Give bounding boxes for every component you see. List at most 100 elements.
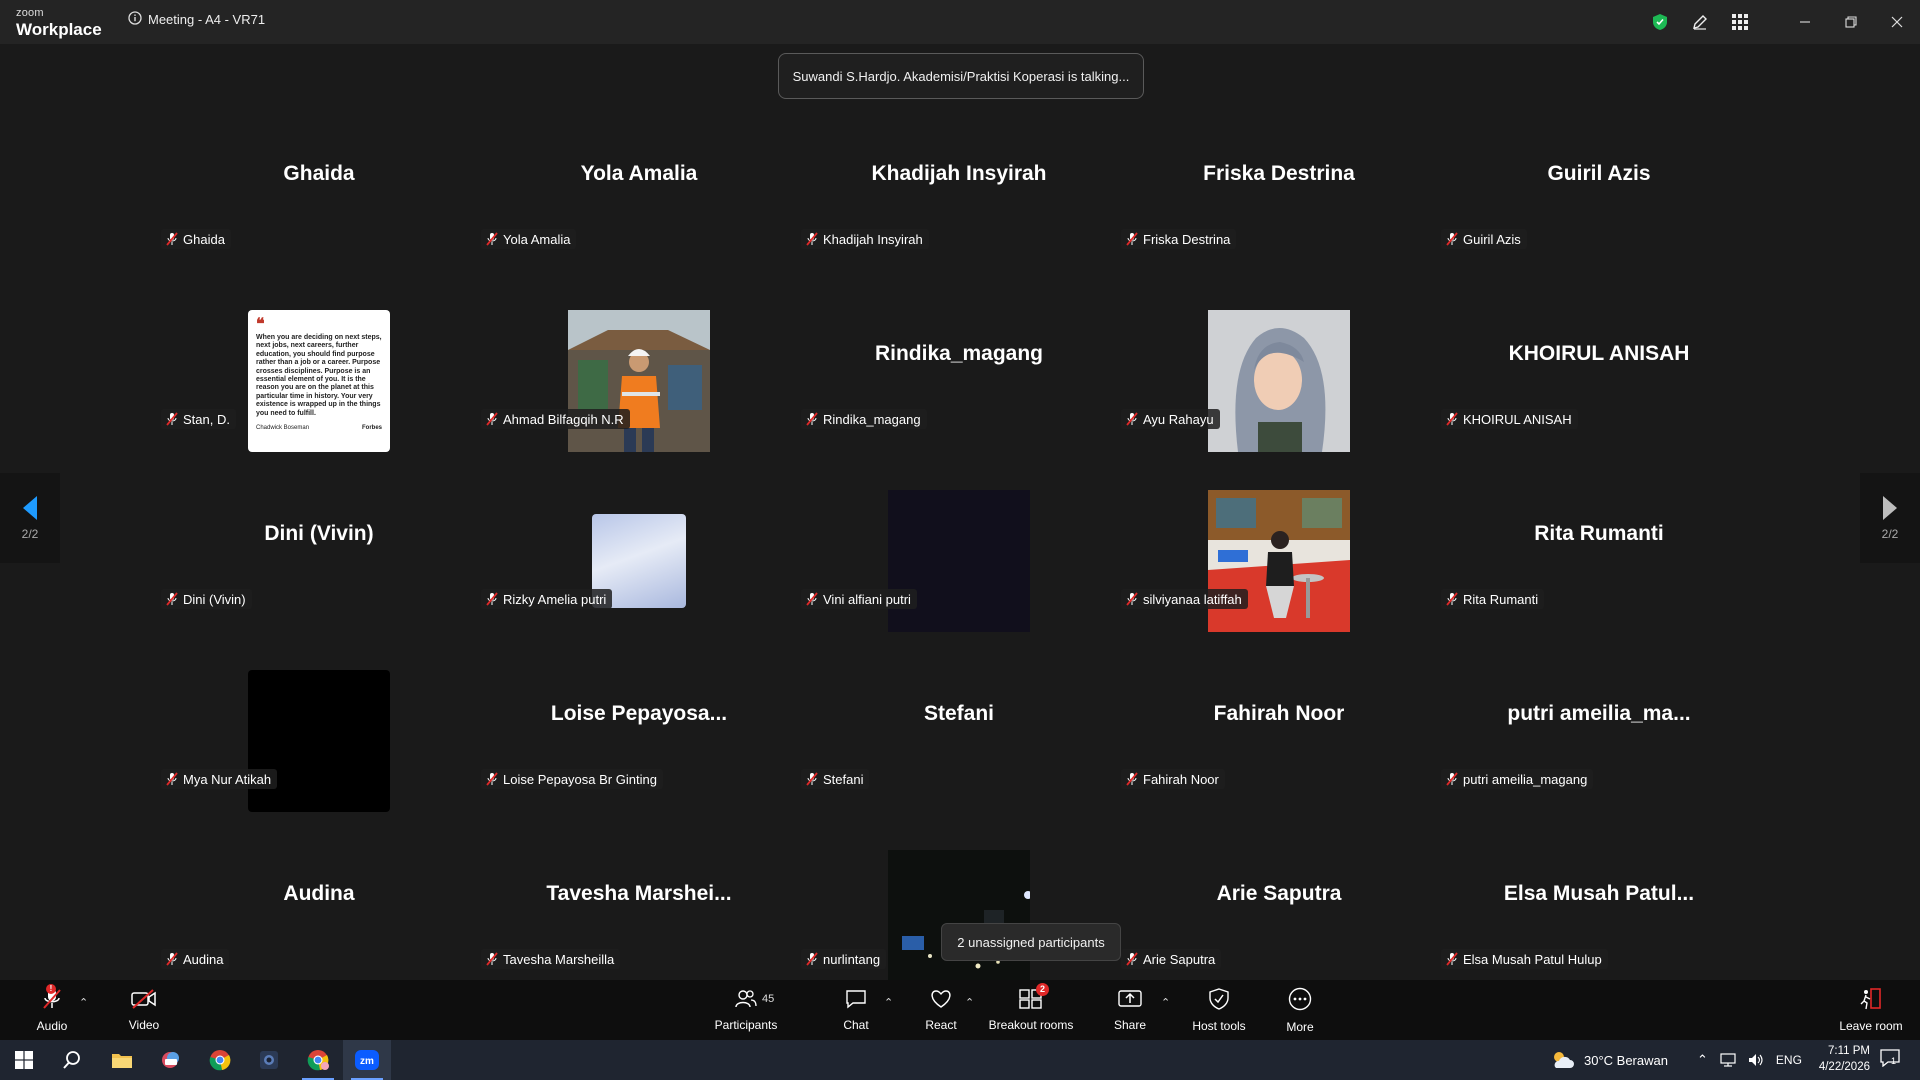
tray-overflow-chevron-icon[interactable]: ⌃ xyxy=(1697,1052,1708,1068)
mic-muted-icon: ! xyxy=(42,983,62,1015)
language-indicator[interactable]: ENG xyxy=(1776,1053,1802,1067)
mic-muted-icon xyxy=(165,772,179,786)
participant-name-label: putri ameilia_magang xyxy=(1441,769,1594,789)
meeting-controls: ! Audio ⌃ Video Participants 45 Chat ⌃ R… xyxy=(0,980,1920,1040)
participant-tile[interactable]: Rita Rumanti Rita Rumanti xyxy=(1439,463,1759,643)
mic-muted-icon xyxy=(1125,232,1139,246)
participant-tile[interactable]: Ahmad Bilfagqih N.R xyxy=(479,283,799,463)
system-tray[interactable]: ⌃ ENG xyxy=(1697,1040,1802,1080)
brand-big: Workplace xyxy=(16,20,102,39)
participant-tile[interactable]: Friska Destrina Friska Destrina xyxy=(1119,103,1439,283)
video-button[interactable]: Video xyxy=(118,980,170,1040)
participant-label-text: Vini alfiani putri xyxy=(823,591,911,607)
audio-button[interactable]: ! Audio xyxy=(26,980,78,1040)
partly-cloudy-icon xyxy=(1554,1052,1574,1068)
meeting-info[interactable]: Meeting - A4 - VR71 xyxy=(128,11,265,28)
participant-photo xyxy=(1208,490,1350,632)
participant-tile[interactable]: silviyanaa latiffah xyxy=(1119,463,1439,643)
participant-tile[interactable]: Tavesha Marshei... Tavesha Marsheilla xyxy=(479,823,799,1003)
participant-tile[interactable]: Dini (Vivin) Dini (Vivin) xyxy=(159,463,479,643)
notification-center-button[interactable]: 1 xyxy=(1866,1040,1914,1080)
more-button[interactable]: More xyxy=(1280,980,1320,1040)
participant-tile[interactable]: Fahirah Noor Fahirah Noor xyxy=(1119,643,1439,823)
participant-tile[interactable]: Ghaida Ghaida xyxy=(159,103,479,283)
host-tools-button[interactable]: Host tools xyxy=(1188,980,1250,1040)
volume-icon xyxy=(1748,1054,1763,1066)
leave-room-button[interactable]: Leave room xyxy=(1836,980,1906,1040)
participant-name-display: Arie Saputra xyxy=(1216,882,1342,905)
annotate-pen-icon[interactable] xyxy=(1680,0,1720,44)
camera-app-icon[interactable] xyxy=(245,1040,293,1080)
participant-name-label: Tavesha Marsheilla xyxy=(481,949,621,969)
participants-label: Participants xyxy=(714,1017,778,1032)
windows-taskbar: zm 30°C Berawan ⌃ ENG 7:11 PM 4/22/2026 … xyxy=(0,1040,1920,1080)
participants-button[interactable]: Participants xyxy=(712,980,780,1040)
participant-tile[interactable]: Guiril Azis Guiril Azis xyxy=(1439,103,1759,283)
participant-tile[interactable]: Arie Saputra Arie Saputra xyxy=(1119,823,1439,1003)
participant-tile[interactable]: Audina Audina xyxy=(159,823,479,1003)
participant-tile[interactable]: Stefani Stefani xyxy=(799,643,1119,823)
participant-name-label: silviyanaa latiffah xyxy=(1121,589,1248,609)
participant-tile[interactable]: Loise Pepayosa... Loise Pepayosa Br Ginti… xyxy=(479,643,799,823)
weather-widget[interactable]: 30°C Berawan xyxy=(1550,1040,1668,1080)
participant-tile[interactable]: nurlintang xyxy=(799,823,1119,1003)
participant-tile[interactable]: ❝ When you are deciding on next steps, ne… xyxy=(159,283,479,463)
apps-grid-icon[interactable] xyxy=(1720,0,1760,44)
react-button[interactable]: React xyxy=(920,980,962,1040)
participant-tile[interactable]: Rizky Amelia putri xyxy=(479,463,799,643)
info-icon[interactable] xyxy=(128,11,142,28)
share-button[interactable]: Share xyxy=(1110,980,1150,1040)
participant-label-text: silviyanaa latiffah xyxy=(1143,591,1242,607)
close-button[interactable] xyxy=(1874,0,1920,44)
more-dots-icon xyxy=(1288,987,1312,1016)
participant-name-display: Rita Rumanti xyxy=(1534,522,1664,545)
participant-photo xyxy=(568,310,710,452)
participant-tile[interactable]: Rindika_magang Rindika_magang xyxy=(799,283,1119,463)
mic-muted-icon xyxy=(485,952,499,966)
clock-time: 7:11 PM xyxy=(1828,1045,1870,1057)
chrome-profile-icon[interactable] xyxy=(294,1040,342,1080)
snipping-tool-icon[interactable] xyxy=(147,1040,195,1080)
active-speaker-banner: Suwandi S.Hardjo. Akademisi/Praktisi Kop… xyxy=(778,53,1144,99)
participant-tile[interactable]: Vini alfiani putri xyxy=(799,463,1119,643)
participant-name-label: Loise Pepayosa Br Ginting xyxy=(481,769,663,789)
participant-tile[interactable]: Mya Nur Atikah xyxy=(159,643,479,823)
chrome-icon[interactable] xyxy=(196,1040,244,1080)
participant-name-display: Rindika_magang xyxy=(874,342,1044,365)
participant-name-label: Arie Saputra xyxy=(1121,949,1222,969)
participant-tile[interactable]: Khadijah Insyirah Khadijah Insyirah xyxy=(799,103,1119,283)
participant-tile[interactable]: Elsa Musah Patul... Elsa Musah Patul Hulu… xyxy=(1439,823,1759,1003)
file-explorer-icon[interactable] xyxy=(98,1040,146,1080)
participant-tile[interactable]: KHOIRUL ANISAH KHOIRUL ANISAH xyxy=(1439,283,1759,463)
breakout-badge: 2 xyxy=(1036,982,1049,996)
participant-label-text: Khadijah Insyirah xyxy=(823,231,923,247)
gallery-view: Suwandi S.Hardjo. Akademisi/Praktisi Kop… xyxy=(0,44,1920,992)
participant-tile[interactable]: Yola Amalia Yola Amalia xyxy=(479,103,799,283)
breakout-rooms-button[interactable]: 2 Breakout rooms xyxy=(988,980,1074,1040)
mic-muted-icon xyxy=(805,592,819,606)
participant-name-label: Mya Nur Atikah xyxy=(161,769,278,789)
mic-muted-icon xyxy=(1125,412,1139,426)
react-label: React xyxy=(925,1017,957,1032)
participant-label-text: Rindika_magang xyxy=(823,411,921,427)
react-options-caret-icon[interactable]: ⌃ xyxy=(965,996,974,1009)
previous-page-button[interactable]: 2/2 xyxy=(0,473,60,563)
chat-options-caret-icon[interactable]: ⌃ xyxy=(884,996,893,1009)
zoom-taskbar-icon[interactable]: zm xyxy=(343,1040,391,1080)
search-icon[interactable] xyxy=(48,1040,96,1080)
notification-count: 1 xyxy=(1891,1055,1897,1066)
participant-tile[interactable]: putri ameilia_ma... putri ameilia_magang xyxy=(1439,643,1759,823)
restore-button[interactable] xyxy=(1828,0,1874,44)
participant-name-label: Ahmad Bilfagqih N.R xyxy=(481,409,630,429)
encryption-shield-icon[interactable] xyxy=(1640,0,1680,44)
participant-tile[interactable]: Ayu Rahayu xyxy=(1119,283,1439,463)
next-page-button[interactable]: 2/2 xyxy=(1860,473,1920,563)
share-options-caret-icon[interactable]: ⌃ xyxy=(1161,996,1170,1009)
participant-video xyxy=(888,850,1030,992)
clock[interactable]: 7:11 PM 4/22/2026 xyxy=(1819,1043,1870,1075)
participant-name-label: Vini alfiani putri xyxy=(801,589,917,609)
chat-button[interactable]: Chat xyxy=(836,980,876,1040)
minimize-button[interactable] xyxy=(1782,0,1828,44)
audio-options-caret-icon[interactable]: ⌃ xyxy=(79,996,88,1009)
start-windows-icon[interactable] xyxy=(0,1040,48,1080)
